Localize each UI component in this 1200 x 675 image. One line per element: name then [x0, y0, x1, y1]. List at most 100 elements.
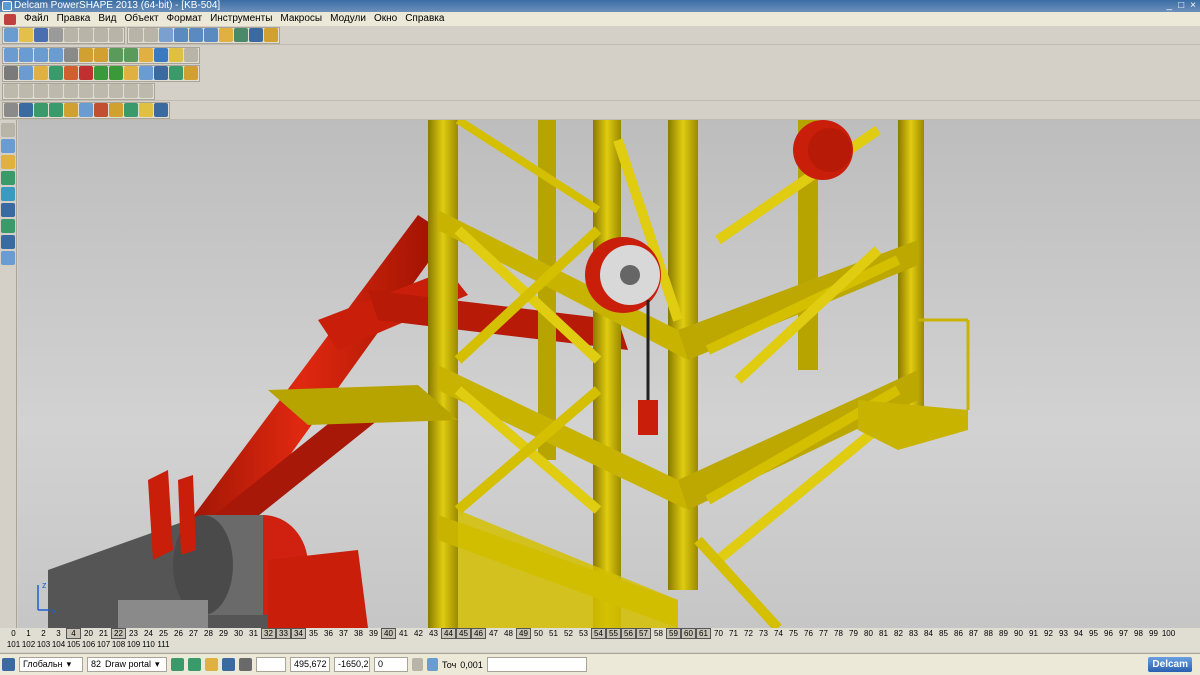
workplane-icon[interactable] — [1, 139, 15, 153]
cut-icon[interactable] — [64, 28, 78, 42]
print-icon[interactable] — [49, 28, 63, 42]
level-button[interactable]: 0 — [6, 629, 21, 638]
level-select[interactable]: 82 Draw portal ▾ — [87, 657, 167, 672]
quick-select-icon[interactable] — [204, 28, 218, 42]
pattern-icon[interactable] — [109, 103, 123, 117]
scale-icon[interactable] — [139, 84, 153, 98]
menu-window[interactable]: Окно — [370, 12, 401, 26]
level-button[interactable]: 39 — [366, 629, 381, 638]
circle-select-icon[interactable] — [189, 28, 203, 42]
level-button[interactable]: 33 — [276, 628, 291, 639]
level-button[interactable]: 45 — [456, 628, 471, 639]
level-button[interactable]: 109 — [126, 640, 141, 649]
level-button[interactable]: 36 — [321, 629, 336, 638]
calculator-icon[interactable] — [4, 66, 18, 80]
minimize-button[interactable]: _ — [1167, 0, 1173, 12]
level-button[interactable]: 31 — [246, 629, 261, 638]
level-button[interactable]: 1 — [21, 629, 36, 638]
coord-y-field[interactable]: -1650,2 — [334, 657, 370, 672]
level-button[interactable]: 106 — [81, 640, 96, 649]
text-tool-icon[interactable] — [1, 251, 15, 265]
calculator-status-icon[interactable] — [412, 658, 423, 671]
menu-modules[interactable]: Модули — [326, 12, 370, 26]
level-button[interactable]: 61 — [696, 628, 711, 639]
wireframe-tool-icon[interactable] — [4, 84, 18, 98]
level-button[interactable]: 86 — [951, 629, 966, 638]
level-button[interactable]: 99 — [1146, 629, 1161, 638]
level-button[interactable]: 80 — [861, 629, 876, 638]
level-button[interactable]: 3 — [51, 629, 66, 638]
level-button[interactable]: 53 — [576, 629, 591, 638]
level-button[interactable]: 22 — [111, 628, 126, 639]
level-button[interactable]: 104 — [51, 640, 66, 649]
redo-icon[interactable] — [144, 28, 158, 42]
box-icon[interactable] — [124, 66, 138, 80]
level-button[interactable]: 85 — [936, 629, 951, 638]
delete-icon[interactable] — [109, 28, 123, 42]
level-button[interactable]: 71 — [726, 629, 741, 638]
zoom-out-icon[interactable] — [94, 48, 108, 62]
trim-icon[interactable] — [94, 84, 108, 98]
coord-z-field[interactable]: 0 — [374, 657, 408, 672]
line-icon[interactable] — [1, 155, 15, 169]
workplane-status-icon[interactable] — [2, 658, 15, 671]
menu-file[interactable]: Файл — [20, 12, 53, 26]
level-button[interactable]: 77 — [816, 629, 831, 638]
level-button[interactable]: 107 — [96, 640, 111, 649]
workplane-select[interactable]: Глобальн ▾ — [19, 657, 83, 672]
level-button[interactable]: 41 — [396, 629, 411, 638]
grid-icon[interactable] — [239, 658, 252, 671]
level-button[interactable]: 97 — [1116, 629, 1131, 638]
level-button[interactable]: 70 — [711, 629, 726, 638]
level-button[interactable]: 58 — [651, 629, 666, 638]
select-icon[interactable] — [159, 28, 173, 42]
menu-format[interactable]: Формат — [163, 12, 207, 26]
document-properties-icon[interactable] — [19, 66, 33, 80]
level-button[interactable]: 50 — [531, 629, 546, 638]
level-button[interactable]: 81 — [876, 629, 891, 638]
copy-object-icon[interactable] — [64, 103, 78, 117]
level-button[interactable]: 74 — [771, 629, 786, 638]
group-icon[interactable] — [79, 103, 93, 117]
level-button[interactable]: 56 — [621, 628, 636, 639]
snap-point-icon[interactable] — [205, 658, 218, 671]
view-right-icon[interactable] — [34, 48, 48, 62]
pencil-icon[interactable] — [34, 66, 48, 80]
snap-grid-icon[interactable] — [188, 658, 201, 671]
view-top-icon[interactable] — [4, 48, 18, 62]
level-button[interactable]: 54 — [591, 628, 606, 639]
level-button[interactable]: 48 — [501, 629, 516, 638]
level-button[interactable]: 79 — [846, 629, 861, 638]
revolve-icon[interactable] — [34, 84, 48, 98]
level-button[interactable]: 4 — [66, 628, 81, 639]
level-button[interactable]: 88 — [981, 629, 996, 638]
menu-help[interactable]: Справка — [401, 12, 448, 26]
level-button[interactable]: 91 — [1026, 629, 1041, 638]
light-icon[interactable] — [169, 48, 183, 62]
level-button[interactable]: 51 — [546, 629, 561, 638]
level-button[interactable]: 24 — [141, 629, 156, 638]
rotate-view-icon[interactable] — [139, 48, 153, 62]
level-button[interactable]: 101 — [6, 640, 21, 649]
level-button[interactable]: 90 — [1011, 629, 1026, 638]
menu-object[interactable]: Объект — [120, 12, 162, 26]
blend-icon[interactable] — [64, 84, 78, 98]
pointer-icon[interactable] — [1, 123, 15, 137]
level-button[interactable]: 52 — [561, 629, 576, 638]
material-icon[interactable] — [139, 103, 153, 117]
level-button[interactable]: 82 — [891, 629, 906, 638]
level-button[interactable]: 2 — [36, 629, 51, 638]
level-button[interactable]: 103 — [36, 640, 51, 649]
view-front-icon[interactable] — [19, 48, 33, 62]
layer-icon[interactable] — [139, 66, 153, 80]
level-button[interactable]: 23 — [126, 629, 141, 638]
level-button[interactable]: 73 — [756, 629, 771, 638]
arc-icon[interactable] — [1, 171, 15, 185]
level-button[interactable]: 84 — [921, 629, 936, 638]
analysis-icon[interactable] — [154, 103, 168, 117]
level-button[interactable]: 59 — [666, 628, 681, 639]
mirror-icon[interactable] — [124, 84, 138, 98]
level-button[interactable]: 93 — [1056, 629, 1071, 638]
render-icon[interactable] — [154, 48, 168, 62]
3d-viewport[interactable]: z x — [18, 120, 1200, 628]
